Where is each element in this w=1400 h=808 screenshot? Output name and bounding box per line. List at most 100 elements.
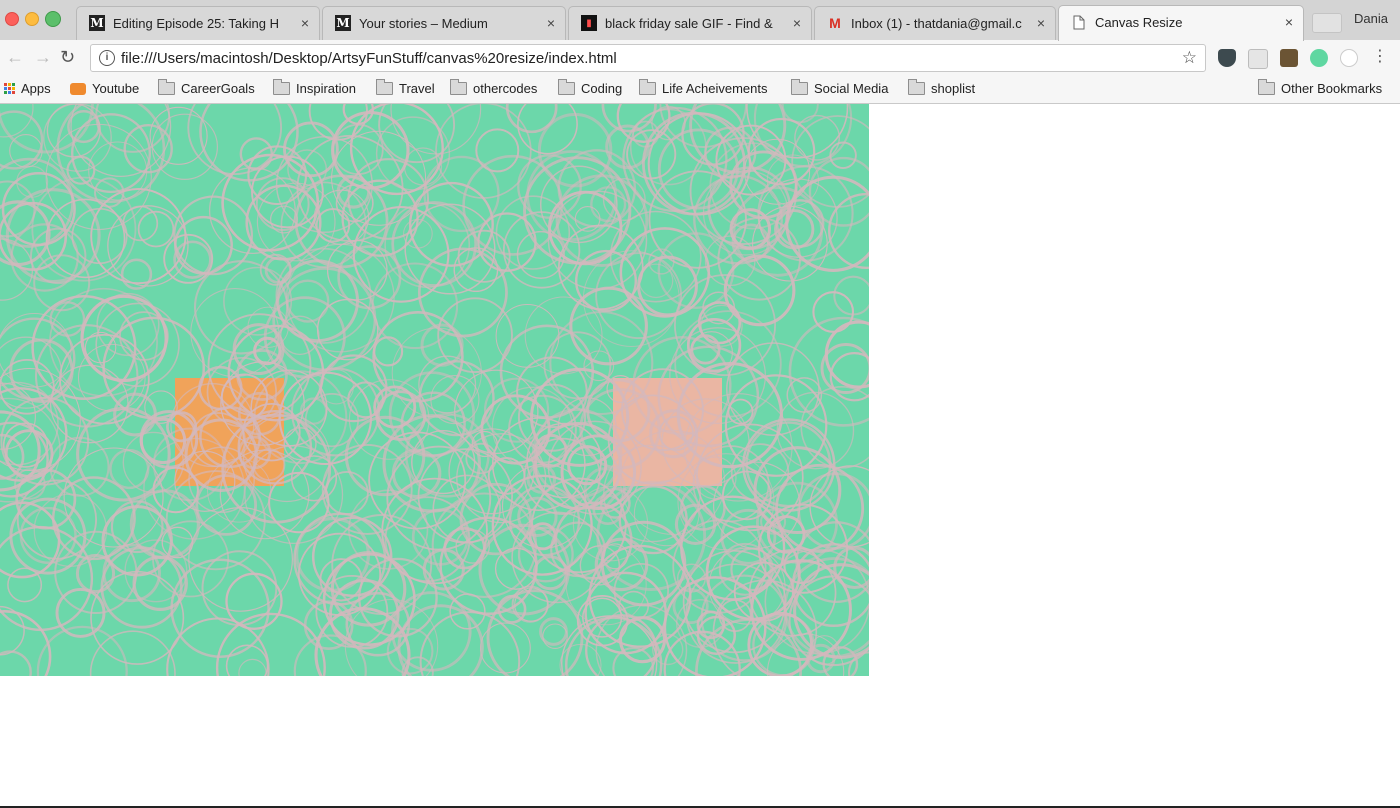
tab-title: black friday sale GIF - Find & [605,16,773,31]
bookmark-label: othercodes [473,81,538,96]
bookmark-star-icon[interactable]: ☆ [1182,48,1197,68]
tab-editing-episode[interactable]: M Editing Episode 25: Taking H × [76,6,320,40]
bookmark-shoplist[interactable]: shoplist [908,79,976,96]
profile-name[interactable]: Dania [1354,11,1388,26]
tab-title: Canvas Resize [1095,15,1183,30]
canvas-circle [36,625,128,676]
canvas-circle [238,658,267,676]
back-arrow-icon[interactable]: ← [6,47,24,68]
tab-title: Your stories – Medium [359,16,488,31]
bookmark-label: Inspiration [296,81,356,96]
bookmark-label: shoplist [931,81,976,96]
canvas-circle [56,104,166,203]
canvas-circle [783,557,869,658]
canvas-circle [833,275,869,316]
tab-black-friday-gif[interactable]: ▮ black friday sale GIF - Find & × [568,6,812,40]
bookmark-label: Youtube [92,81,140,96]
folder-icon [639,79,656,95]
bookmark-label: Other Bookmarks [1281,81,1383,96]
bookmark-careergoals[interactable]: CareerGoals [158,79,255,96]
tab-canvas-resize[interactable]: Canvas Resize × [1058,5,1304,41]
folder-icon [158,79,175,95]
canvas-circle [0,104,34,138]
document-icon [1071,14,1087,30]
ghost-extension-icon[interactable] [1340,49,1358,67]
canvas-circle [638,263,674,299]
gif-file-icon: ▮ [581,15,597,31]
canvas-circle [486,589,584,676]
bookmark-label: Life Acheivements [662,81,768,96]
bookmark-other-bookmarks[interactable]: Other Bookmarks [1258,79,1383,96]
medium-m-icon: M [89,15,105,31]
canvas-circle [775,199,825,248]
canvas-circle [80,294,168,383]
medium-m-icon: M [335,15,351,31]
address-bar[interactable]: i file:///Users/macintosh/Desktop/ArtsyF… [90,44,1206,72]
folder-icon [558,79,575,95]
folder-icon [376,79,393,95]
canvas-circle [0,610,52,676]
apps-grid-icon [4,83,15,94]
youtube-icon [70,82,86,95]
bookmark-apps[interactable]: Apps [4,81,51,96]
folder-icon [791,79,808,95]
bookmark-youtube[interactable]: Youtube [70,81,139,96]
bookmark-label: Social Media [814,81,889,96]
checklist-extension-icon[interactable] [1248,49,1268,69]
bookmark-label: Apps [21,81,51,96]
canvas-circle [0,650,32,676]
canvas-circle [457,229,511,283]
canvas-circle [149,106,208,165]
canvas-circle [663,630,741,676]
tab-close-icon[interactable]: × [793,15,801,31]
canvas-circle [583,350,615,382]
bookmark-label: Coding [581,81,623,96]
reload-icon[interactable]: ↻ [60,47,75,68]
drawing-canvas[interactable] [0,104,869,676]
menu-icon[interactable]: ⋮ [1372,48,1388,66]
bookmark-life-acheivements[interactable]: Life Acheivements [639,79,768,96]
tab-title: Editing Episode 25: Taking H [113,16,279,31]
tab-close-icon[interactable]: × [1285,14,1293,30]
canvas-circle [7,567,43,603]
window-minimize-button[interactable] [25,12,39,26]
url-text[interactable]: file:///Users/macintosh/Desktop/ArtsyFun… [121,50,617,67]
canvas-circle [575,249,638,312]
stack-extension-icon[interactable] [1280,49,1298,67]
window-zoom-button[interactable] [45,11,61,27]
canvas-circle [633,480,700,547]
tab-title: Inbox (1) - thatdania@gmail.c [851,16,1022,31]
folder-icon [273,79,290,95]
canvas-circle [151,113,219,180]
canvas-circle [475,128,520,173]
bookmark-inspiration[interactable]: Inspiration [273,79,356,96]
window-close-button[interactable] [5,12,19,26]
tab-gmail-inbox[interactable]: M Inbox (1) - thatdania@gmail.c × [814,6,1056,40]
bookmark-label: Travel [399,81,435,96]
bookmark-travel[interactable]: Travel [376,79,435,96]
green-circle-extension-icon[interactable] [1310,49,1328,67]
bookmark-social-media[interactable]: Social Media [791,79,889,96]
folder-icon [1258,79,1275,95]
new-tab-button[interactable] [1312,13,1342,33]
canvas-circle [514,587,549,622]
canvas-circle [812,291,855,333]
circle-layer [0,104,869,676]
folder-icon [450,79,467,95]
bookmark-label: CareerGoals [181,81,255,96]
bookmark-othercodes[interactable]: othercodes [450,79,538,96]
tab-your-stories[interactable]: M Your stories – Medium × [322,6,566,40]
pocket-extension-icon[interactable] [1218,49,1236,67]
tab-close-icon[interactable]: × [1037,15,1045,31]
bookmark-coding[interactable]: Coding [558,79,623,96]
gmail-icon: M [829,15,841,31]
canvas-circle [720,508,777,565]
canvas-circle [109,448,150,490]
tab-close-icon[interactable]: × [547,15,555,31]
canvas-circle [324,470,369,516]
info-icon[interactable]: i [99,50,115,66]
tab-close-icon[interactable]: × [301,15,309,31]
canvas-circle [721,470,772,521]
canvas-circle [495,304,560,368]
forward-arrow-icon[interactable]: → [34,47,52,68]
